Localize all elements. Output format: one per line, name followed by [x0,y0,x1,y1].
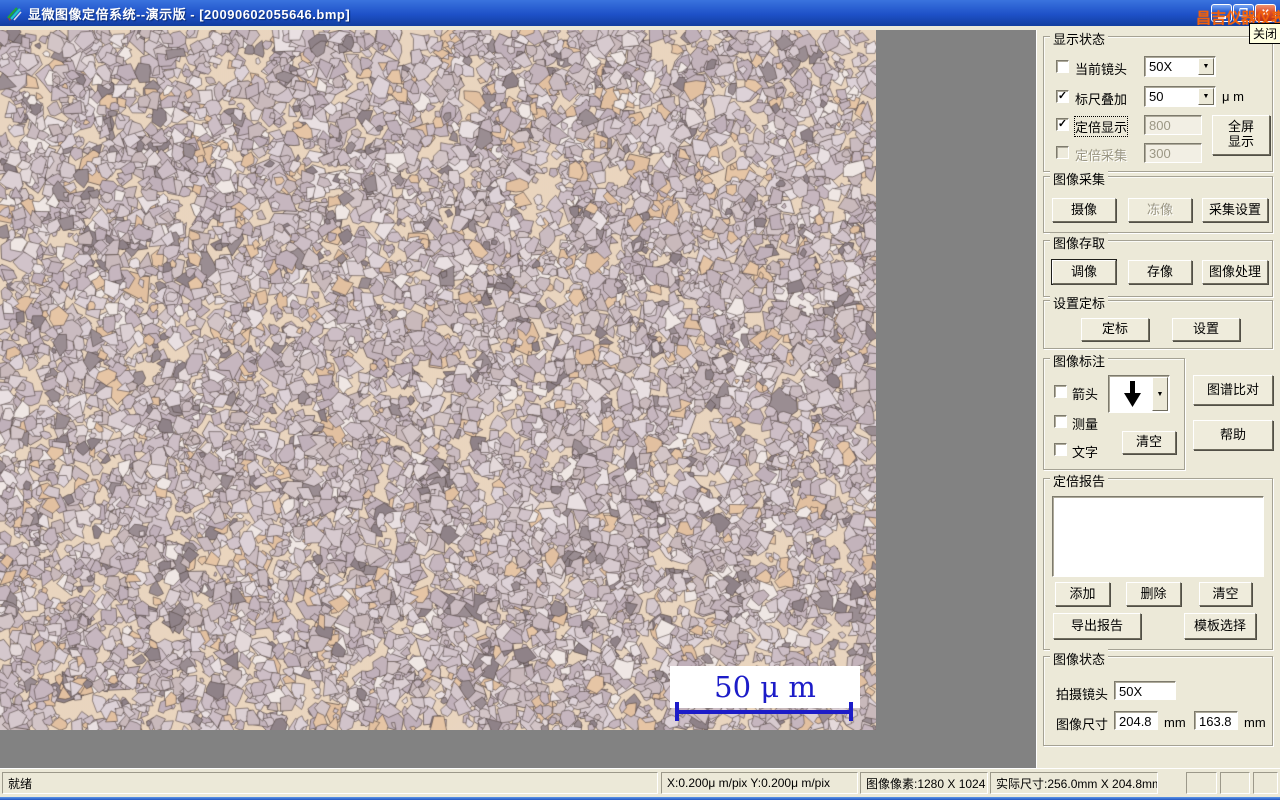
group-report: 定倍报告 添加 删除 清空 导出报告 模板选择 [1043,471,1273,650]
mdi-client-area: 50 μ m [0,30,1036,768]
control-panel: 显示状态 当前镜头 50X ▼ ✓ 标尺叠加 50 ▼ μ m ✓ 定倍显示 8… [1036,29,1280,768]
fullscreen-button[interactable]: 全屏 显示 [1212,115,1270,155]
group-image-status-title: 图像状态 [1050,649,1109,668]
group-display-status-title: 显示状态 [1050,29,1109,48]
arrow-label: 箭头 [1072,387,1099,402]
report-listbox[interactable] [1052,496,1264,577]
status-ready: 就绪 [2,772,658,794]
report-add-button[interactable]: 添加 [1055,582,1110,606]
fixed-capture-checkbox [1056,146,1069,159]
freeze-button: 冻像 [1128,198,1192,222]
image-size-label: 图像尺寸 [1056,717,1109,732]
scale-value: 50 [1149,89,1164,104]
group-calibration: 设置定标 定标 设置 [1043,293,1273,349]
lens-label: 拍摄镜头 [1056,687,1109,702]
group-annotation: 图像标注 箭头 测量 文字 ▼ 清空 [1043,351,1185,470]
close-icon: ✕ [1261,7,1270,19]
report-export-button[interactable]: 导出报告 [1053,613,1141,639]
group-image-status: 图像状态 拍摄镜头 50X 图像尺寸 204.8 mm 163.8 mm [1043,649,1273,746]
fixed-capture-input: 300 [1144,143,1202,163]
group-display-status: 显示状态 当前镜头 50X ▼ ✓ 标尺叠加 50 ▼ μ m ✓ 定倍显示 8… [1043,29,1273,172]
report-template-button[interactable]: 模板选择 [1184,613,1256,639]
restore-icon: ❐ [1239,7,1248,19]
scale-value-combobox[interactable]: 50 ▼ [1144,86,1216,107]
current-lens-combobox[interactable]: 50X ▼ [1144,56,1216,77]
application-window: 显微图像定倍系统--演示版 - [20090602055646.bmp] ❐ ✕… [0,0,1280,800]
image-process-button[interactable]: 图像处理 [1202,260,1268,284]
fixed-display-label: 定倍显示 [1073,116,1129,137]
microscope-image [0,30,876,730]
text-checkbox[interactable] [1054,443,1067,456]
current-lens-value: 50X [1149,59,1173,74]
arrow-checkbox[interactable] [1054,385,1067,398]
group-storage: 图像存取 调像 存像 图像处理 [1043,233,1273,297]
scale-overlay-label: 标尺叠加 [1075,92,1128,107]
group-calibration-title: 设置定标 [1050,293,1109,312]
capture-settings-button[interactable]: 采集设置 [1202,198,1268,222]
arrow-style-combobox[interactable]: ▼ [1108,375,1170,413]
text-label: 文字 [1072,445,1099,460]
group-annotation-title: 图像标注 [1050,351,1109,370]
chevron-down-icon[interactable]: ▼ [1152,377,1168,411]
image-viewer: 50 μ m [0,30,876,730]
report-delete-button[interactable]: 删除 [1126,582,1181,606]
chevron-down-icon[interactable]: ▼ [1198,88,1214,105]
status-empty-1 [1186,772,1217,794]
help-button[interactable]: 帮助 [1193,420,1273,450]
image-width-unit: mm [1164,715,1186,730]
calibrate-button[interactable]: 定标 [1081,318,1149,341]
current-lens-label: 当前镜头 [1075,62,1128,77]
close-button[interactable]: ✕ [1255,4,1276,22]
measure-label: 测量 [1072,417,1099,432]
window-title: 显微图像定倍系统--演示版 - [20090602055646.bmp] [28,7,351,22]
status-empty-3 [1253,772,1278,794]
status-bar: 就绪 X:0.200μ m/pix Y:0.200μ m/pix 图像像素:12… [0,768,1280,797]
scale-bar-tick-left [675,702,679,721]
calibration-setup-button[interactable]: 设置 [1172,318,1240,341]
title-bar: 显微图像定倍系统--演示版 - [20090602055646.bmp] ❐ ✕ [0,0,1280,26]
fullscreen-line2: 显示 [1227,134,1254,149]
fixed-display-checkbox[interactable]: ✓ [1056,118,1069,131]
chevron-down-icon[interactable]: ▼ [1198,58,1214,75]
measure-checkbox[interactable] [1054,415,1067,428]
minimize-button[interactable] [1211,4,1232,22]
app-icon [7,7,22,21]
scale-overlay-checkbox[interactable]: ✓ [1056,90,1069,103]
status-pixel-scale: X:0.200μ m/pix Y:0.200μ m/pix [661,772,858,794]
group-report-title: 定倍报告 [1050,471,1109,490]
shoot-button[interactable]: 摄像 [1052,198,1116,222]
report-clear-button[interactable]: 清空 [1199,582,1252,606]
scale-bar-tick-right [849,702,853,721]
image-height-unit: mm [1244,715,1266,730]
restore-button[interactable]: ❐ [1233,4,1254,22]
lens-value-input[interactable]: 50X [1114,681,1176,700]
minimize-icon [1217,15,1226,19]
scale-unit-label: μ m [1222,89,1244,104]
image-height-input[interactable]: 163.8 [1194,711,1238,730]
fixed-display-input: 800 [1144,115,1202,135]
image-width-input[interactable]: 204.8 [1114,711,1158,730]
close-tooltip: 关闭 [1249,23,1280,44]
status-image-pixels: 图像像素:1280 X 1024 [860,772,988,794]
status-actual-size: 实际尺寸:256.0mm X 204.8mm [990,772,1158,794]
group-capture: 图像采集 摄像 冻像 采集设置 [1043,169,1273,233]
current-lens-checkbox[interactable] [1056,60,1069,73]
annotation-clear-button[interactable]: 清空 [1122,431,1176,454]
status-empty-2 [1220,772,1250,794]
atlas-compare-button[interactable]: 图谱比对 [1193,375,1273,405]
scale-bar-line [677,710,852,714]
fixed-capture-label: 定倍采集 [1075,148,1128,163]
load-image-button[interactable]: 调像 [1052,260,1116,284]
down-arrow-icon [1124,381,1141,407]
scale-bar-text: 50 μ m [714,670,816,704]
fullscreen-line1: 全屏 [1227,119,1254,135]
scale-bar-label-box: 50 μ m [670,666,860,708]
group-storage-title: 图像存取 [1050,233,1109,252]
group-capture-title: 图像采集 [1050,169,1109,188]
save-image-button[interactable]: 存像 [1128,260,1192,284]
